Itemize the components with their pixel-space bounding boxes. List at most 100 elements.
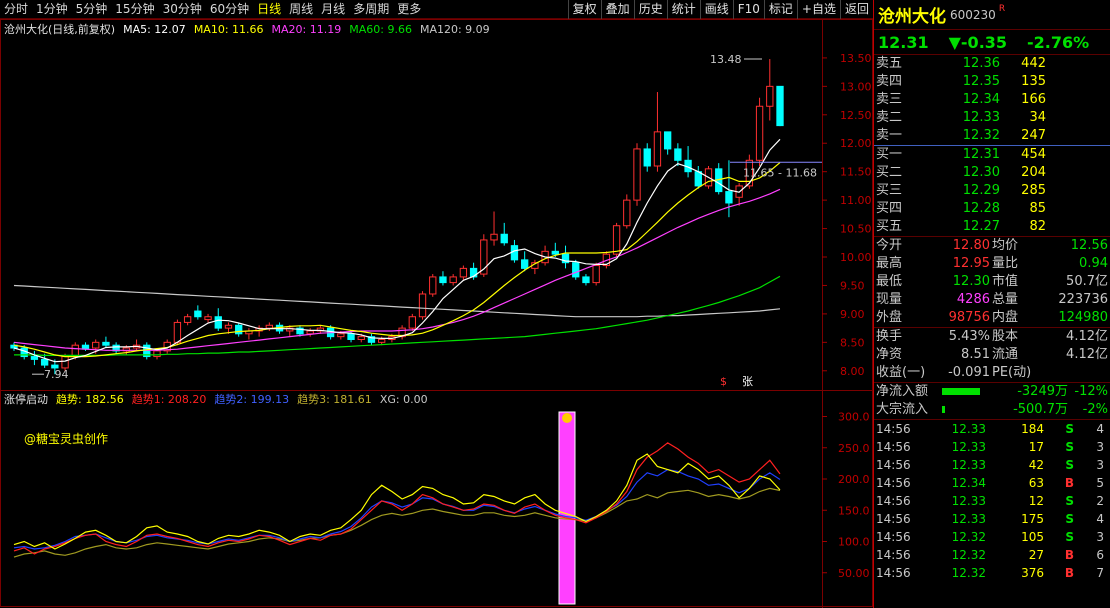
watermark-author: @糖宝灵虫创作 (24, 432, 109, 446)
candle-body (500, 233, 508, 244)
asks-row[interactable]: 卖五 12.36 442 (874, 55, 1110, 73)
asks-volume: 34 (1029, 110, 1046, 125)
bids-row[interactable]: 买五 12.27 82 (874, 218, 1110, 236)
bids-label: 买二 (876, 165, 903, 180)
candle-body (204, 316, 212, 321)
tick-count: 5 (1096, 476, 1104, 490)
tick-direction: S (1065, 512, 1074, 526)
tick-direction: S (1065, 422, 1074, 436)
y-tick-label: 12.00 (840, 137, 872, 150)
signal-coin-icon (562, 413, 572, 423)
tick-price: 12.33 (951, 458, 986, 472)
stat-value: 223736 (1058, 292, 1108, 307)
trend-line-3 (13, 487, 781, 558)
tick-direction: S (1065, 458, 1074, 472)
tick-price: 12.33 (951, 422, 986, 436)
asks-row[interactable]: 卖三 12.34 166 (874, 91, 1110, 109)
tick-direction: B (1064, 548, 1074, 562)
stat-value: 12.30 (952, 274, 990, 289)
bids-row[interactable]: 买四 12.28 85 (874, 200, 1110, 218)
r-badge: R (998, 3, 1006, 14)
candle-body (663, 131, 672, 150)
bids-volume: 85 (1029, 201, 1046, 216)
tick-list: 14:56 12.33 184 S 4 14:56 12.33 17 S 3 14:56 12.33 4… (874, 420, 1110, 582)
stat-value (1044, 364, 1108, 382)
candle-body (459, 267, 468, 278)
asks-label: 卖一 (876, 128, 903, 143)
tick-volume: 42 (1028, 458, 1044, 472)
stat-row: 现量 4286 总量 223736 (874, 291, 1110, 309)
price-change-pct: -2.76% (1027, 32, 1090, 52)
stat-value: -0.091 (948, 365, 990, 380)
tick-volume: 175 (1021, 512, 1044, 526)
stat-key: PE(动) (992, 365, 1032, 380)
stat-row: 外盘 98756 内盘 124980 (874, 309, 1110, 327)
bids-row[interactable]: 买二 12.30 204 (874, 164, 1110, 182)
bids-price: 12.31 (962, 147, 1000, 162)
candle-body (40, 358, 49, 366)
tick-count: 7 (1096, 566, 1104, 580)
tick-volume: 376 (1021, 566, 1044, 580)
bids-row[interactable]: 买三 12.29 285 (874, 182, 1110, 200)
tick-time: 14:56 (876, 512, 911, 526)
tick-direction: S (1065, 530, 1074, 544)
kline-chart[interactable]: 13.50 13.00 12.50 12.00 11.50 11.00 10.50 10.00… (0, 0, 873, 608)
bids-row[interactable]: 买一 12.31 454 (874, 146, 1110, 164)
asks-volume: 247 (1021, 128, 1046, 143)
tick-volume: 17 (1028, 440, 1044, 454)
stat-row: 最低 12.30 市值 50.7亿 (874, 273, 1110, 291)
stat-key: 市值 (992, 274, 1019, 289)
stock-header: 沧州大化 600230 R (874, 0, 1110, 30)
ind-y-tick-label: 100.0 (838, 536, 870, 549)
flow-row: 大宗流入 -500.7万 -2% (874, 401, 1110, 419)
tick-row: 14:56 12.32 376 B 7 (874, 564, 1110, 582)
asks-label: 卖四 (876, 74, 903, 89)
stat-value: 5.43% (948, 329, 990, 344)
candle-body (643, 148, 651, 167)
stat-value: 50.7亿 (1066, 274, 1108, 289)
stat-key: 股本 (992, 329, 1019, 344)
asks-row[interactable]: 卖一 12.32 247 (874, 127, 1110, 145)
tick-time: 14:56 (876, 458, 911, 472)
flow-bar (942, 406, 945, 413)
stat-value: 8.51 (961, 347, 990, 362)
candle-body (235, 324, 243, 335)
tick-price: 12.33 (951, 512, 986, 526)
flow-value: -500.7万 (1013, 402, 1068, 417)
bids-volume: 285 (1021, 183, 1046, 198)
tick-count: 3 (1096, 458, 1104, 472)
y-tick-label: 10.50 (840, 223, 872, 236)
tick-direction: B (1064, 566, 1074, 580)
tick-volume: 184 (1021, 422, 1044, 436)
current-price: 12.31 (878, 32, 929, 52)
indicator-name: 涨停启动 (4, 393, 48, 406)
asks-row[interactable]: 卖二 12.33 34 (874, 109, 1110, 127)
candle-body (725, 191, 733, 204)
tick-time: 14:56 (876, 476, 911, 490)
price-ref-label: 11.65 - 11.68 (743, 166, 817, 179)
quote-panel: 沧州大化 600230 R 12.31 ▼-0.35 -2.76% 卖五 12.3… (874, 0, 1110, 608)
candle-body (439, 276, 447, 284)
stat-key: 量比 (992, 256, 1019, 271)
y-tick-label: 10.00 (840, 251, 872, 264)
candle-body (490, 233, 498, 241)
ma20-line (13, 188, 781, 351)
asks-label: 卖三 (876, 92, 903, 107)
price-summary: 12.31 ▼-0.35 -2.76% (874, 30, 1110, 55)
tick-price: 12.32 (951, 548, 986, 562)
asks-price: 12.34 (962, 92, 1000, 107)
tick-time: 14:56 (876, 548, 911, 562)
asks-label: 卖二 (876, 110, 903, 125)
candle-body (408, 316, 416, 329)
candle-body (633, 148, 641, 201)
ind-y-tick-label: 250.0 (838, 442, 870, 455)
tick-price: 12.33 (951, 440, 986, 454)
ind-y-tick-label: 50.00 (838, 567, 870, 580)
candle-body (776, 85, 784, 127)
asks-row[interactable]: 卖四 12.35 135 (874, 73, 1110, 91)
stat-key: 流通 (992, 347, 1019, 362)
candle-body (183, 316, 192, 323)
flow-bar (942, 388, 981, 395)
qs1-label: 趋势1: 208.20 (131, 393, 207, 406)
stat-value: 12.95 (952, 256, 990, 271)
